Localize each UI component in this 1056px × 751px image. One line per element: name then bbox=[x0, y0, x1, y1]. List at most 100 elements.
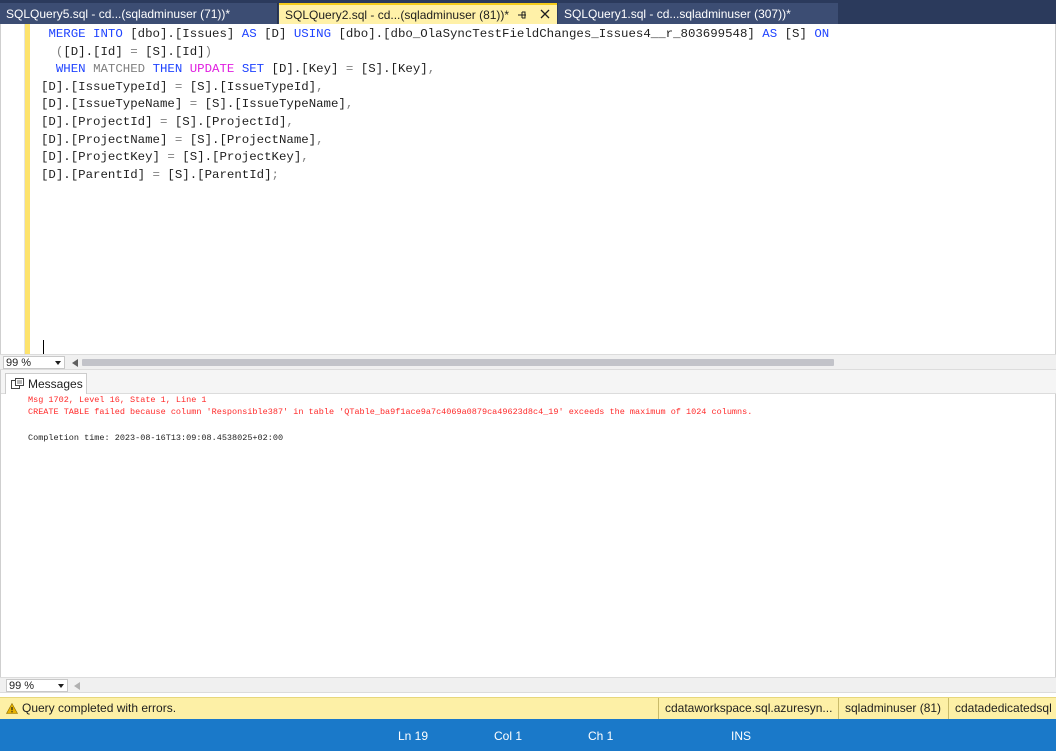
pin-icon[interactable] bbox=[517, 9, 529, 21]
code-token: , bbox=[316, 132, 324, 147]
code-token: [D].[IssueTypeId] bbox=[41, 79, 175, 94]
code-token: , bbox=[316, 79, 324, 94]
code-token: ) bbox=[204, 44, 213, 59]
sql-code[interactable]: MERGE INTO [dbo].[Issues] AS [D] USING [… bbox=[41, 26, 829, 184]
horizontal-scrollbar-thumb[interactable] bbox=[82, 359, 834, 366]
code-token: [D].[Id] bbox=[63, 44, 131, 59]
code-token: [D] bbox=[256, 27, 294, 41]
close-icon[interactable] bbox=[539, 8, 551, 20]
code-token: [S].[ProjectId] bbox=[167, 114, 287, 129]
code-token: MERGE INTO bbox=[48, 27, 123, 41]
code-token: THEN bbox=[152, 62, 183, 77]
completion-time: Completion time: 2023-08-16T13:09:08.453… bbox=[28, 433, 284, 443]
insert-mode-indicator: INS bbox=[731, 729, 752, 743]
char-indicator: Ch 1 bbox=[588, 729, 614, 743]
code-token: [D].[ProjectKey] bbox=[41, 150, 168, 165]
error-message-text: CREATE TABLE failed because column 'Resp… bbox=[28, 407, 753, 417]
code-token: [dbo].[dbo_OlaSyncTestFieldChanges_Issue… bbox=[331, 27, 763, 41]
code-token: [S].[IssueTypeName] bbox=[197, 97, 346, 112]
chevron-down-icon bbox=[55, 361, 61, 365]
editor-gutter bbox=[5, 24, 25, 354]
code-token: [dbo].[Issues] bbox=[122, 27, 242, 41]
results-tab-bar: Messages bbox=[1, 370, 1056, 394]
user-name: sqladminuser (81) bbox=[838, 698, 948, 720]
chevron-down-icon bbox=[58, 684, 64, 688]
code-line[interactable]: MERGE INTO [dbo].[Issues] AS [D] USING [… bbox=[41, 26, 829, 44]
results-scroll-strip: 99 % bbox=[0, 677, 1056, 693]
tab-sqlquery1[interactable]: SQLQuery1.sql - cd...sqladminuser (307))… bbox=[558, 3, 838, 24]
tab-label: SQLQuery5.sql - cd...(sqladminuser (71))… bbox=[6, 6, 231, 21]
results-pane: Messages Msg 1702, Level 16, State 1, Li… bbox=[0, 370, 1056, 677]
code-token: [S].[Key] bbox=[353, 62, 428, 77]
database-name: cdatadedicatedsql bbox=[948, 698, 1056, 720]
scroll-left-icon[interactable] bbox=[74, 682, 80, 690]
code-line[interactable]: [D].[ParentId] = [S].[ParentId]; bbox=[41, 167, 829, 185]
scroll-left-icon[interactable] bbox=[72, 359, 78, 367]
query-status-bar: Query completed with errors. cdataworksp… bbox=[0, 697, 1056, 720]
code-line[interactable]: WHEN MATCHED THEN UPDATE SET [D].[Key] =… bbox=[41, 61, 829, 79]
code-line[interactable]: [D].[ProjectName] = [S].[ProjectName], bbox=[41, 132, 829, 150]
status-bar: Ln 19 Col 1 Ch 1 INS bbox=[0, 719, 1056, 751]
messages-icon bbox=[11, 378, 24, 389]
tab-sqlquery5[interactable]: SQLQuery5.sql - cd...(sqladminuser (71))… bbox=[0, 3, 278, 24]
column-indicator: Col 1 bbox=[494, 729, 523, 743]
code-token: , bbox=[345, 97, 354, 112]
error-message-header: Msg 1702, Level 16, State 1, Line 1 bbox=[28, 395, 207, 405]
code-token: AS bbox=[241, 27, 257, 41]
code-token: [S].[ProjectKey] bbox=[174, 150, 302, 165]
tab-label: SQLQuery2.sql - cd...(sqladminuser (81))… bbox=[285, 7, 510, 22]
code-token: [D].[ParentId] bbox=[41, 167, 153, 182]
code-token: , bbox=[286, 114, 294, 129]
editor-zoom-select[interactable]: 99 % bbox=[3, 356, 65, 369]
code-token: , bbox=[301, 150, 309, 165]
messages-tab-label: Messages bbox=[28, 377, 83, 391]
tab-label: SQLQuery1.sql - cd...sqladminuser (307))… bbox=[564, 6, 791, 21]
code-token: = bbox=[130, 44, 138, 59]
code-token: [S].[Id] bbox=[137, 44, 205, 59]
code-token: WHEN bbox=[55, 62, 86, 77]
code-line[interactable]: [D].[IssueTypeId] = [S].[IssueTypeId], bbox=[41, 79, 829, 97]
tab-messages[interactable]: Messages bbox=[5, 373, 87, 394]
code-token: [S].[ParentId] bbox=[159, 167, 272, 182]
query-editor[interactable]: MERGE INTO [dbo].[Issues] AS [D] USING [… bbox=[0, 24, 1056, 354]
code-token: ON bbox=[814, 27, 830, 41]
code-token: UPDATE bbox=[189, 62, 235, 77]
code-line[interactable]: [D].[ProjectId] = [S].[ProjectId], bbox=[41, 114, 829, 132]
code-token: MATCHED bbox=[93, 62, 146, 77]
code-token: = bbox=[152, 167, 160, 182]
code-line[interactable]: ([D].[Id] = [S].[Id]) bbox=[41, 44, 829, 62]
change-tracking-bar bbox=[25, 24, 30, 354]
code-token: [S].[IssueTypeId] bbox=[182, 79, 317, 94]
editor-zoom-value: 99 % bbox=[6, 357, 32, 369]
code-line[interactable]: [D].[ProjectKey] = [S].[ProjectKey], bbox=[41, 149, 829, 167]
results-zoom-select[interactable]: 99 % bbox=[6, 679, 68, 692]
code-token: [D].[ProjectName] bbox=[41, 132, 175, 147]
text-caret bbox=[43, 340, 44, 354]
code-token: = bbox=[167, 150, 175, 165]
query-status-text: Query completed with errors. bbox=[22, 701, 177, 715]
code-token: [D].[Key] bbox=[264, 62, 346, 77]
tab-sqlquery2[interactable]: SQLQuery2.sql - cd...(sqladminuser (81))… bbox=[279, 3, 557, 24]
code-line[interactable]: [D].[IssueTypeName] = [S].[IssueTypeName… bbox=[41, 96, 829, 114]
code-token: [D].[ProjectId] bbox=[41, 114, 160, 129]
code-token: USING bbox=[293, 27, 332, 41]
code-token: , bbox=[427, 62, 436, 77]
code-token: [S].[ProjectName] bbox=[182, 132, 317, 147]
code-token: [S] bbox=[777, 27, 815, 41]
editor-scroll-strip: 99 % bbox=[0, 354, 1056, 370]
code-token: AS bbox=[762, 27, 778, 41]
results-zoom-value: 99 % bbox=[9, 680, 35, 692]
server-name: cdataworkspace.sql.azuresyn... bbox=[658, 698, 838, 720]
code-token: [D].[IssueTypeName] bbox=[41, 97, 190, 112]
code-token: ; bbox=[271, 167, 279, 182]
document-tab-strip: SQLQuery5.sql - cd...(sqladminuser (71))… bbox=[0, 0, 1056, 24]
line-indicator: Ln 19 bbox=[398, 729, 429, 743]
warning-icon bbox=[6, 703, 18, 714]
code-token: SET bbox=[241, 62, 265, 77]
